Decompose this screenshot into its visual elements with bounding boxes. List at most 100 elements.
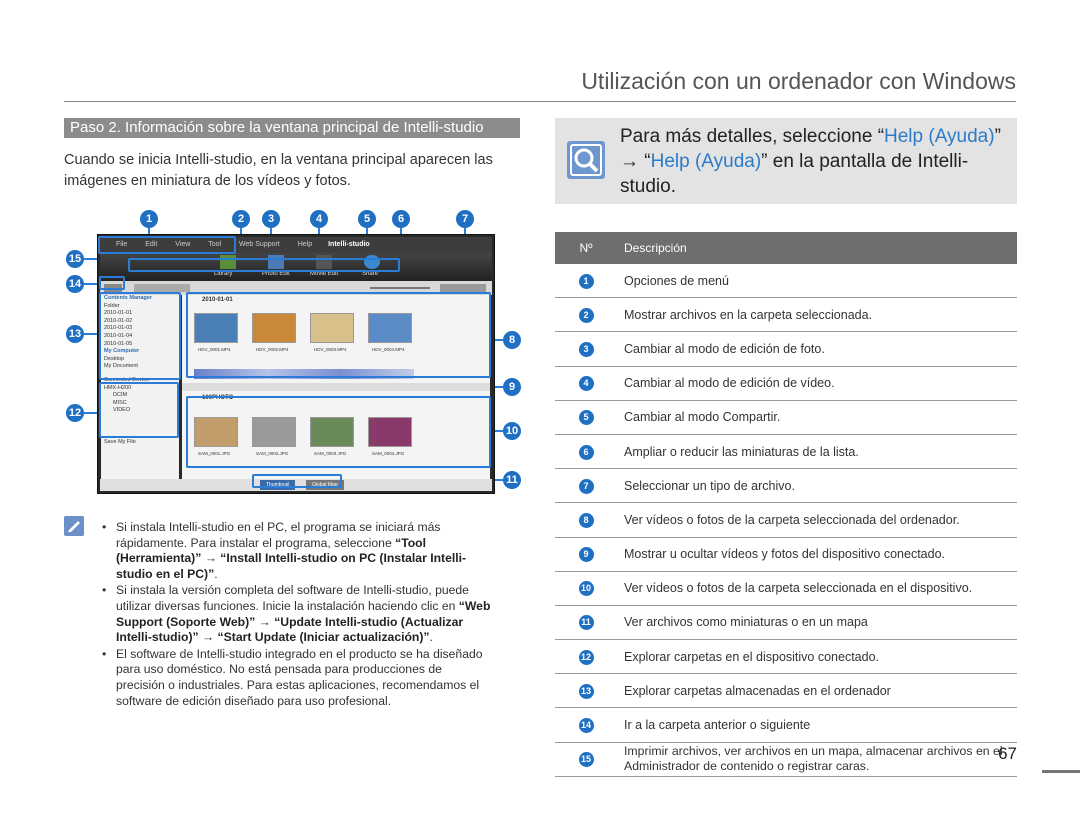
table-row: 6 Ampliar o reducir las miniaturas de la … (555, 434, 1017, 470)
note-text: “Web (458, 598, 491, 613)
row-description: Cambiar al modo de edición de vídeo. (617, 366, 1017, 401)
row-description: Mostrar u ocultar vídeos y fotos del dis… (617, 537, 1017, 572)
table-row: 7 Seleccionar un tipo de archivo. (555, 468, 1017, 504)
row-number-cell: 8 (555, 502, 617, 538)
view-tabs-highlight (252, 474, 342, 488)
note-item: Si instala la versión completa del softw… (100, 583, 520, 645)
note-line: para uso doméstico. No está pensada para… (116, 662, 520, 678)
note-text: (Herramienta)” → “Install Intelli-studio… (116, 551, 467, 566)
table-row: 4 Cambiar al modo de edición de vídeo. (555, 366, 1017, 401)
device-divider[interactable] (182, 383, 490, 391)
zoom-slider[interactable] (370, 287, 430, 289)
row-number-cell: 13 (555, 673, 617, 709)
callout-14: 14 (66, 275, 84, 293)
note-text: rápidamente. Para instalar el programa, … (116, 535, 396, 550)
table-row: 12 Explorar carpetas en el dispositivo co… (555, 639, 1017, 675)
note-icon (64, 516, 84, 536)
device-folders-highlight (99, 382, 179, 438)
help-text-part: ” (994, 126, 1001, 147)
callout-line (84, 333, 98, 335)
row-description: Ver archivos como miniaturas o en un map… (617, 605, 1017, 641)
row-number-badge: 3 (578, 341, 594, 357)
intro-line: Cuando se inicia Intelli-studio, en la v… (64, 152, 493, 168)
note-line: (Herramienta)” → “Install Intelli-studio… (116, 551, 520, 567)
row-number-badge: 1 (578, 273, 594, 289)
note-text: . (214, 566, 218, 581)
pc-folders-highlight (99, 292, 181, 380)
row-number-badge: 11 (578, 615, 594, 631)
toolbar-highlight (128, 258, 400, 272)
note-text: utilizar diversas funciones. Inicie la i… (116, 598, 459, 613)
header-description: Descripción (617, 232, 1017, 264)
row-description: Ampliar o reducir las miniaturas de la l… (617, 434, 1017, 470)
row-number-badge: 2 (578, 307, 594, 323)
row-number-badge: 10 (578, 581, 594, 597)
row-description: Mostrar archivos en la carpeta seleccion… (617, 297, 1017, 333)
callout-1: 1 (140, 210, 158, 228)
row-number-badge: 8 (578, 512, 594, 528)
note-line: utilizar diversas funciones. Inicie la i… (116, 599, 520, 615)
row-number-cell: 15 (555, 742, 617, 777)
page-title: Utilización con un ordenador con Windows (581, 68, 1016, 94)
callout-12: 12 (66, 404, 84, 422)
note-text: El software de Intelli-studio integrado … (116, 646, 483, 661)
callout-line (84, 412, 98, 414)
page-number: 67 (998, 744, 1017, 763)
table-row: 3 Cambiar al modo de edición de foto. (555, 331, 1017, 367)
row-description: Ir a la carpeta anterior o siguiente (617, 707, 1017, 743)
callout-6: 6 (392, 210, 410, 228)
help-link[interactable]: Help (Ayuda) (651, 151, 762, 172)
row-number-badge: 5 (578, 410, 594, 426)
callout-13: 13 (66, 325, 84, 343)
save-file-label[interactable]: Save My File (101, 439, 179, 447)
row-number-badge: 7 (578, 478, 594, 494)
row-description: Ver vídeos o fotos de la carpeta selecci… (617, 571, 1017, 606)
note-line: Intelli-studio)” → “Start Update (Inicia… (116, 630, 520, 646)
row-number-cell: 11 (555, 605, 617, 641)
file-type-icon[interactable] (440, 284, 486, 292)
note-text: Si instala la versión completa del softw… (116, 583, 469, 598)
menu-item[interactable]: Help (298, 241, 312, 248)
callout-2: 2 (232, 210, 250, 228)
note-text: precisión o industriales. Para estas apl… (116, 677, 480, 692)
row-description: Ver vídeos o fotos de la carpeta selecci… (617, 502, 1017, 538)
row-number-cell: 12 (555, 639, 617, 675)
callout-15: 15 (66, 250, 84, 268)
page-number-bar (1042, 770, 1080, 773)
table-header-row: Nº Descripción (555, 232, 1017, 264)
row-number-cell: 4 (555, 366, 617, 401)
help-text-part: → “ (620, 151, 651, 172)
file-tools-icon[interactable] (134, 284, 190, 292)
table-row: 15 Imprimir archivos, ver archivos en un … (555, 742, 1017, 777)
row-number-cell: 2 (555, 297, 617, 333)
callout-8: 8 (503, 331, 521, 349)
row-number-cell: 10 (555, 571, 617, 606)
row-number-badge: 12 (578, 649, 594, 665)
nav-highlight (99, 276, 125, 290)
intro-line: imágenes en miniatura de los vídeos y fo… (64, 173, 351, 189)
row-description: Explorar carpetas en el dispositivo cone… (617, 639, 1017, 675)
row-number-badge: 14 (578, 718, 594, 734)
description-table: Nº Descripción 1 Opciones de menú 2 Mostrar… (555, 232, 1017, 777)
row-description: Explorar carpetas almacenadas en el orde… (617, 673, 1017, 709)
row-number-badge: 15 (578, 752, 594, 768)
row-number-badge: 13 (578, 683, 594, 699)
row-description: Cambiar al modo de edición de foto. (617, 331, 1017, 367)
callout-3: 3 (262, 210, 280, 228)
note-text: “Tool (395, 535, 427, 550)
row-number-badge: 4 (578, 376, 594, 392)
app-name: Intelli-studio (328, 241, 370, 248)
row-description: Seleccionar un tipo de archivo. (617, 468, 1017, 504)
pc-files-highlight (186, 292, 491, 378)
table-row: 10 Ver vídeos o fotos de la carpeta selec… (555, 571, 1017, 606)
section-heading: Paso 2. Información sobre la ventana pri… (64, 118, 520, 138)
row-number-badge: 6 (578, 444, 594, 460)
help-link[interactable]: Help (Ayuda) (884, 126, 995, 147)
row-number-cell: 6 (555, 434, 617, 470)
note-line: precisión o industriales. Para estas apl… (116, 678, 520, 694)
menu-item[interactable]: Web Support (239, 241, 280, 248)
notes-list: Si instala Intelli-studio en el PC, el p… (100, 520, 520, 710)
magnifier-icon (567, 141, 605, 179)
header-number: Nº (555, 232, 617, 264)
table-row: 1 Opciones de menú (555, 264, 1017, 299)
